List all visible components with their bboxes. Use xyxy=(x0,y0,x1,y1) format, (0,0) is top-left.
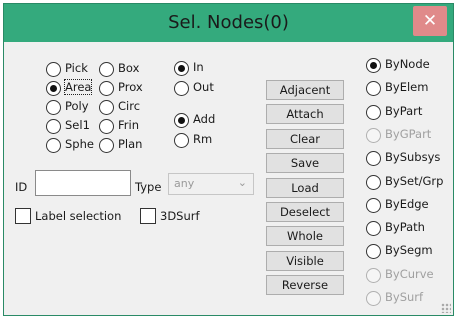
radio-circle xyxy=(46,100,61,115)
radio-circle xyxy=(366,104,381,120)
radio-label: Rm xyxy=(193,132,213,146)
radio-label: ByGPart xyxy=(385,126,432,141)
checkbox-box xyxy=(15,208,31,224)
radio-circle xyxy=(366,244,381,260)
radio-label: Pick xyxy=(65,61,88,75)
clear-button[interactable]: Clear xyxy=(266,128,344,149)
radio-circle xyxy=(174,113,189,128)
chevron-down-icon: ⌄ xyxy=(237,176,247,189)
radio-circle xyxy=(174,81,189,96)
attach-button[interactable]: Attach xyxy=(266,104,344,125)
radio-circle xyxy=(366,81,381,97)
radio-label: Frin xyxy=(118,118,139,132)
radio-circle xyxy=(174,133,189,148)
title-bar[interactable]: Sel. Nodes(0) ✕ xyxy=(4,4,453,42)
radio-label: BySegm xyxy=(385,243,433,258)
radio-circle xyxy=(366,58,381,73)
checkbox-box xyxy=(140,208,156,224)
visible-button[interactable]: Visible xyxy=(266,250,344,271)
checkbox-label: Label selection xyxy=(35,209,122,223)
radio-circle xyxy=(99,62,114,77)
radio-label: ByNode xyxy=(385,57,430,71)
type-select: any ⌄ xyxy=(168,173,254,195)
radio-circle xyxy=(366,291,381,306)
radio-label: Sel1 xyxy=(65,118,90,132)
radio-label: In xyxy=(193,60,204,74)
sel-nodes-dialog: Sel. Nodes(0) ✕ Pick Box Area Prox Poly Circ S… xyxy=(3,3,454,316)
radio-circle xyxy=(366,151,381,167)
radio-circle xyxy=(99,138,114,153)
whole-button[interactable]: Whole xyxy=(266,226,344,247)
radio-label: ByEdge xyxy=(385,196,429,211)
reverse-button[interactable]: Reverse xyxy=(266,275,344,296)
radio-circle xyxy=(174,61,189,76)
type-label: Type xyxy=(135,180,162,194)
radio-circle xyxy=(366,174,381,190)
window-title: Sel. Nodes(0) xyxy=(168,12,289,33)
radio-label: ByElem xyxy=(385,80,429,95)
save-button[interactable]: Save xyxy=(266,153,344,174)
radio-circle xyxy=(46,119,61,134)
radio-circle xyxy=(46,138,61,153)
radio-circle xyxy=(366,267,381,283)
radio-label: ByPart xyxy=(385,103,423,118)
radio-circle xyxy=(99,100,114,115)
radio-label: Poly xyxy=(65,99,89,113)
load-button[interactable]: Load xyxy=(266,177,344,198)
id-input[interactable] xyxy=(35,170,131,196)
radio-label: Sphe xyxy=(65,137,94,151)
adjacent-button[interactable]: Adjacent xyxy=(266,80,344,100)
radio-label: Out xyxy=(193,80,214,94)
checkbox-label: 3DSurf xyxy=(160,209,200,223)
resize-grip-icon[interactable] xyxy=(441,303,451,313)
radio-circle xyxy=(99,119,114,134)
radio-label: BySurf xyxy=(385,290,424,304)
radio-circle xyxy=(366,221,381,237)
dialog-body: Pick Box Area Prox Poly Circ Sel1 Frin Sphe Plan … xyxy=(12,42,445,310)
radio-label: Box xyxy=(118,61,140,75)
radio-label: BySet/Grp xyxy=(385,173,444,188)
radio-circle xyxy=(99,81,114,96)
close-button[interactable]: ✕ xyxy=(413,6,447,36)
radio-label: Circ xyxy=(118,99,141,113)
radio-label: Add xyxy=(193,112,216,126)
radio-label: Plan xyxy=(118,137,143,151)
radio-label: BySubsys xyxy=(385,150,441,165)
radio-circle xyxy=(366,197,381,213)
radio-circle xyxy=(366,127,381,143)
radio-circle xyxy=(46,81,61,96)
radio-label: ByPath xyxy=(385,220,425,235)
id-label: ID xyxy=(15,180,28,194)
radio-label: Prox xyxy=(118,80,143,94)
deselect-button[interactable]: Deselect xyxy=(266,202,344,222)
radio-circle xyxy=(46,62,61,77)
radio-label: ByCurve xyxy=(385,266,434,281)
type-select-value: any xyxy=(174,177,195,190)
radio-label: Area xyxy=(63,79,93,95)
